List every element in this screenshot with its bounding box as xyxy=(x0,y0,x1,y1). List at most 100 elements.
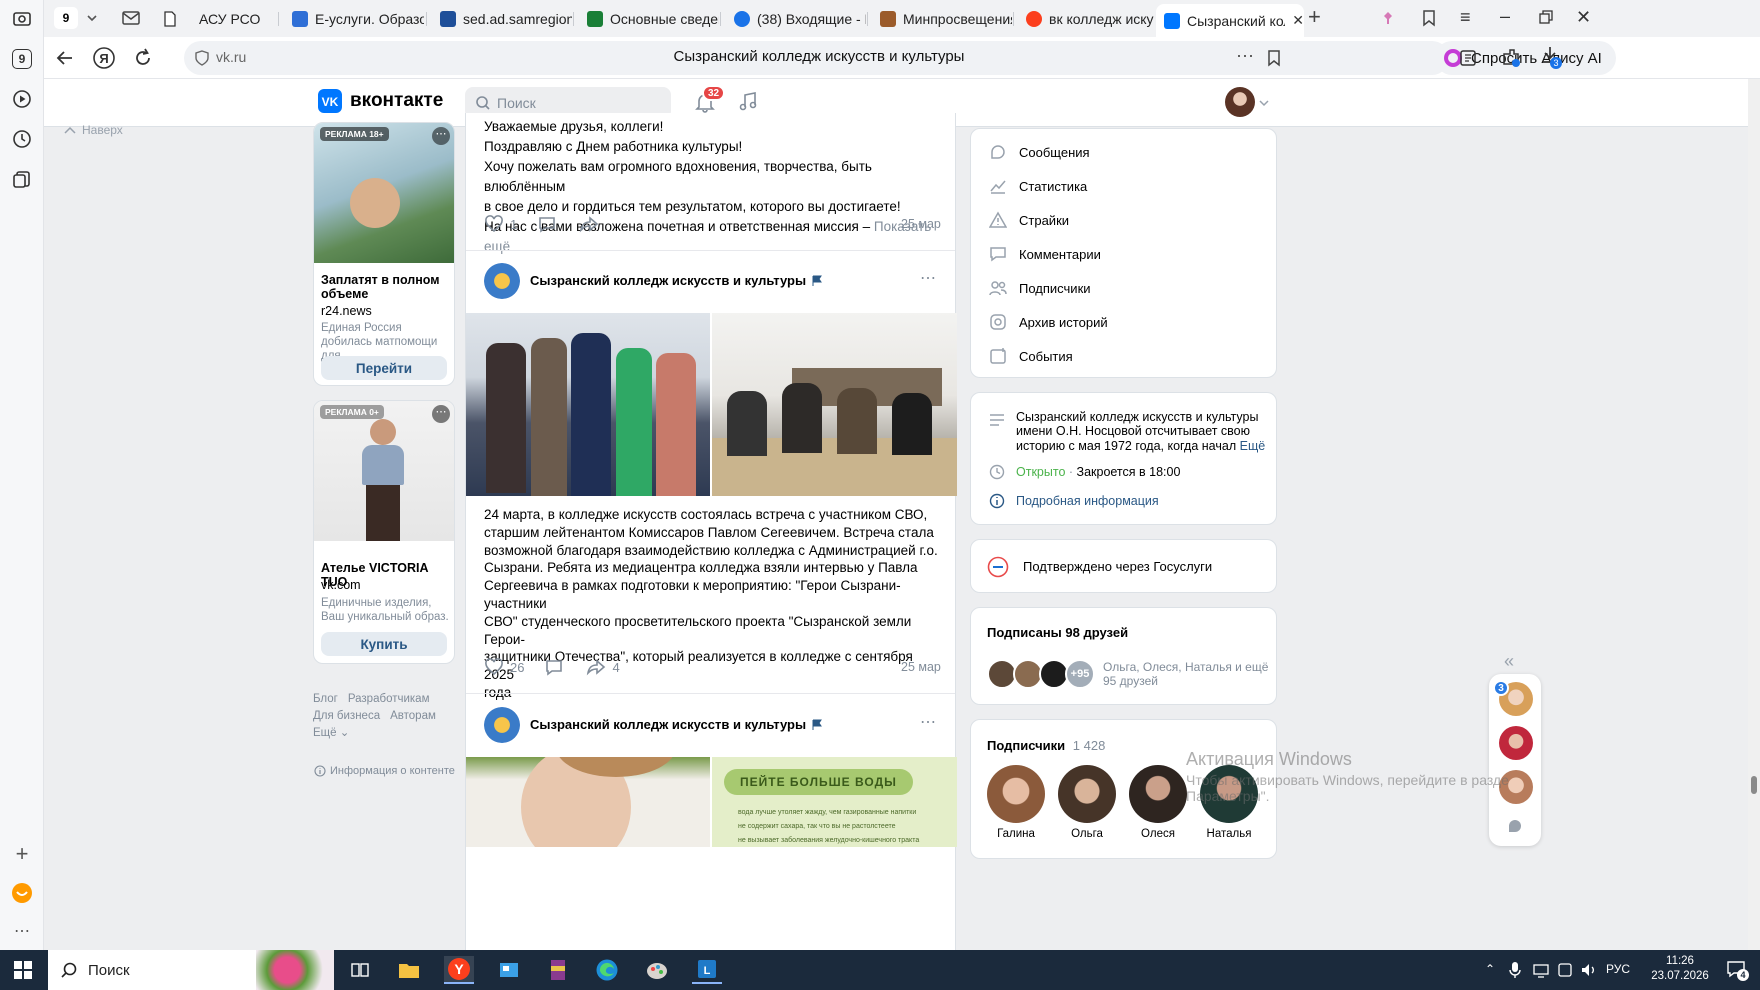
menu-icon[interactable]: ≡ xyxy=(1460,8,1478,26)
file-explorer-icon[interactable] xyxy=(394,956,424,984)
tab-counter-badge[interactable]: 9 xyxy=(11,48,33,70)
ad-more-icon[interactable]: ⋯ xyxy=(432,127,450,145)
post-author[interactable]: Сызранский колледж искусств и культуры xyxy=(530,717,823,732)
more-icon[interactable]: ⋯ xyxy=(11,920,33,942)
footer-link-dev[interactable]: Разработчикам xyxy=(348,693,430,705)
extensions-icon[interactable] xyxy=(1500,46,1522,68)
ad-more-icon[interactable]: ⋯ xyxy=(432,405,450,423)
vk-logo[interactable]: VK вконтакте xyxy=(318,89,443,113)
microphone-icon[interactable] xyxy=(1508,961,1524,979)
post-menu-icon[interactable]: ⋯ xyxy=(920,712,936,732)
notification-center-icon[interactable]: 4 xyxy=(1726,959,1750,981)
back-icon[interactable] xyxy=(54,47,76,69)
tab-group-counter[interactable]: 9 xyxy=(54,7,78,29)
comment-icon[interactable] xyxy=(537,215,557,233)
post-photo-2[interactable] xyxy=(712,313,957,496)
screenshot-icon[interactable] xyxy=(11,8,33,30)
community-avatar[interactable] xyxy=(484,707,520,743)
taskbar-clock[interactable]: 11:26 23.07.2026 xyxy=(1640,954,1720,984)
ad-card-2[interactable]: РЕКЛАМА 0+ ⋯ Ателье VICTORIA TUO vk.com … xyxy=(313,400,455,664)
reading-list-icon[interactable] xyxy=(1458,48,1478,68)
back-to-top-link[interactable]: Наверх xyxy=(64,123,123,137)
downloads-icon[interactable]: 3 xyxy=(1540,45,1562,69)
windows-start-icon[interactable] xyxy=(8,956,38,984)
subscriber-avatar[interactable] xyxy=(1200,765,1258,823)
footer-link-authors[interactable]: Авторам xyxy=(390,710,436,722)
share-icon[interactable] xyxy=(586,658,606,676)
page-scrollbar[interactable] xyxy=(1748,79,1760,950)
subscriber-avatar[interactable] xyxy=(1058,765,1116,823)
chevron-down-icon[interactable]: ⌄ xyxy=(340,727,350,739)
new-tab-button[interactable]: + xyxy=(1308,6,1328,29)
yandex-home-icon[interactable]: Я xyxy=(92,46,116,70)
shield-icon[interactable] xyxy=(194,50,210,66)
collapse-chats-icon[interactable]: « xyxy=(1504,651,1524,671)
zen-icon[interactable] xyxy=(11,882,33,904)
post-photo-4[interactable]: ПЕЙТЕ БОЛЬШЕ ВОДЫ вода лучше утоляет жаж… xyxy=(712,757,957,847)
bookmark-icon[interactable] xyxy=(1266,49,1282,67)
reload-icon[interactable] xyxy=(132,47,154,69)
restore-icon[interactable] xyxy=(1538,9,1556,27)
app-icon[interactable] xyxy=(494,956,524,984)
ad-card-1[interactable]: РЕКЛАМА 18+ ⋯ Заплатят в полном объеме r… xyxy=(313,122,455,386)
pin-icon[interactable] xyxy=(1380,10,1396,26)
user-avatar[interactable] xyxy=(1225,87,1255,117)
footer-link-business[interactable]: Для бизнеса xyxy=(313,710,380,722)
minimize-icon[interactable]: – xyxy=(1500,7,1518,26)
collections-icon[interactable] xyxy=(11,168,33,190)
volume-icon[interactable] xyxy=(1580,961,1598,979)
comment-icon[interactable] xyxy=(544,658,564,676)
friends-card[interactable]: Подписаны 98 друзей +95 Ольга, Олеся, На… xyxy=(970,607,1277,705)
tab-vk-active[interactable]: Сызранский колл ✕ xyxy=(1156,4,1304,37)
tab-search-vk[interactable]: вк колледж искусст xyxy=(1018,4,1154,33)
subscribers-card[interactable]: Подписчики 1 428 Галина Ольга Олеся Ната… xyxy=(970,719,1277,859)
bookmarks-icon[interactable] xyxy=(1420,9,1438,27)
footer-link-blog[interactable]: Блог xyxy=(313,693,338,705)
like-icon[interactable] xyxy=(484,658,504,676)
tab-osnovnye[interactable]: Основные сведения xyxy=(579,4,719,33)
close-tab-icon[interactable]: ✕ xyxy=(1292,12,1304,29)
menu-strikes[interactable]: Страйки xyxy=(989,211,1069,229)
menu-events[interactable]: События xyxy=(989,347,1073,365)
menu-subscribers[interactable]: Подписчики xyxy=(989,279,1091,297)
subscriber-avatar[interactable] xyxy=(987,765,1045,823)
document-viewer-icon[interactable]: L xyxy=(692,956,722,984)
yandex-browser-icon[interactable]: Y xyxy=(444,956,474,984)
subscriber-avatar[interactable] xyxy=(1129,765,1187,823)
like-icon[interactable] xyxy=(484,215,504,233)
scrollbar-thumb[interactable] xyxy=(1751,776,1757,794)
play-icon[interactable] xyxy=(11,88,33,110)
tab-sed[interactable]: sed.ad.samregion.ru xyxy=(432,4,572,33)
ad-buy-button[interactable]: Купить xyxy=(321,632,447,656)
history-icon[interactable] xyxy=(11,128,33,150)
post-menu-icon[interactable]: ⋯ xyxy=(920,268,936,288)
chat-avatar[interactable] xyxy=(1499,770,1533,804)
paint-icon[interactable] xyxy=(642,956,672,984)
music-icon[interactable] xyxy=(737,91,759,113)
tab-minpros[interactable]: Минпросвещения Р xyxy=(872,4,1012,33)
input-language[interactable]: РУС xyxy=(1606,962,1630,976)
tab-mail[interactable]: (38) Входящие - По xyxy=(726,4,866,33)
notifications-bell-icon[interactable]: 32 xyxy=(694,85,726,115)
archive-icon[interactable] xyxy=(543,956,573,984)
footer-link-more[interactable]: Ещё xyxy=(313,727,337,739)
chat-avatar[interactable] xyxy=(1499,726,1533,760)
taskbar-search[interactable]: Поиск xyxy=(48,950,334,990)
post-photo-3[interactable] xyxy=(466,757,710,847)
ad-go-button[interactable]: Перейти xyxy=(321,356,447,380)
chevron-down-icon[interactable] xyxy=(1258,97,1270,109)
add-panel-icon[interactable]: + xyxy=(11,841,33,866)
tab-asu-rso[interactable]: АСУ РСО xyxy=(154,4,284,33)
url-field[interactable]: vk.ru Сызранский колледж искусств и куль… xyxy=(184,41,1449,75)
menu-comments[interactable]: Комментарии xyxy=(989,245,1101,263)
post-photo-1[interactable] xyxy=(466,313,710,496)
share-icon[interactable] xyxy=(579,215,599,233)
friends-more-count[interactable]: +95 xyxy=(1065,659,1095,689)
network-icon[interactable] xyxy=(1532,961,1550,979)
details-link[interactable]: Подробная информация xyxy=(1016,494,1159,508)
close-window-icon[interactable]: ✕ xyxy=(1576,7,1594,27)
community-avatar[interactable] xyxy=(484,263,520,299)
edge-icon[interactable] xyxy=(592,956,622,984)
display-icon[interactable] xyxy=(1556,961,1574,979)
menu-statistics[interactable]: Статистика xyxy=(989,177,1087,195)
